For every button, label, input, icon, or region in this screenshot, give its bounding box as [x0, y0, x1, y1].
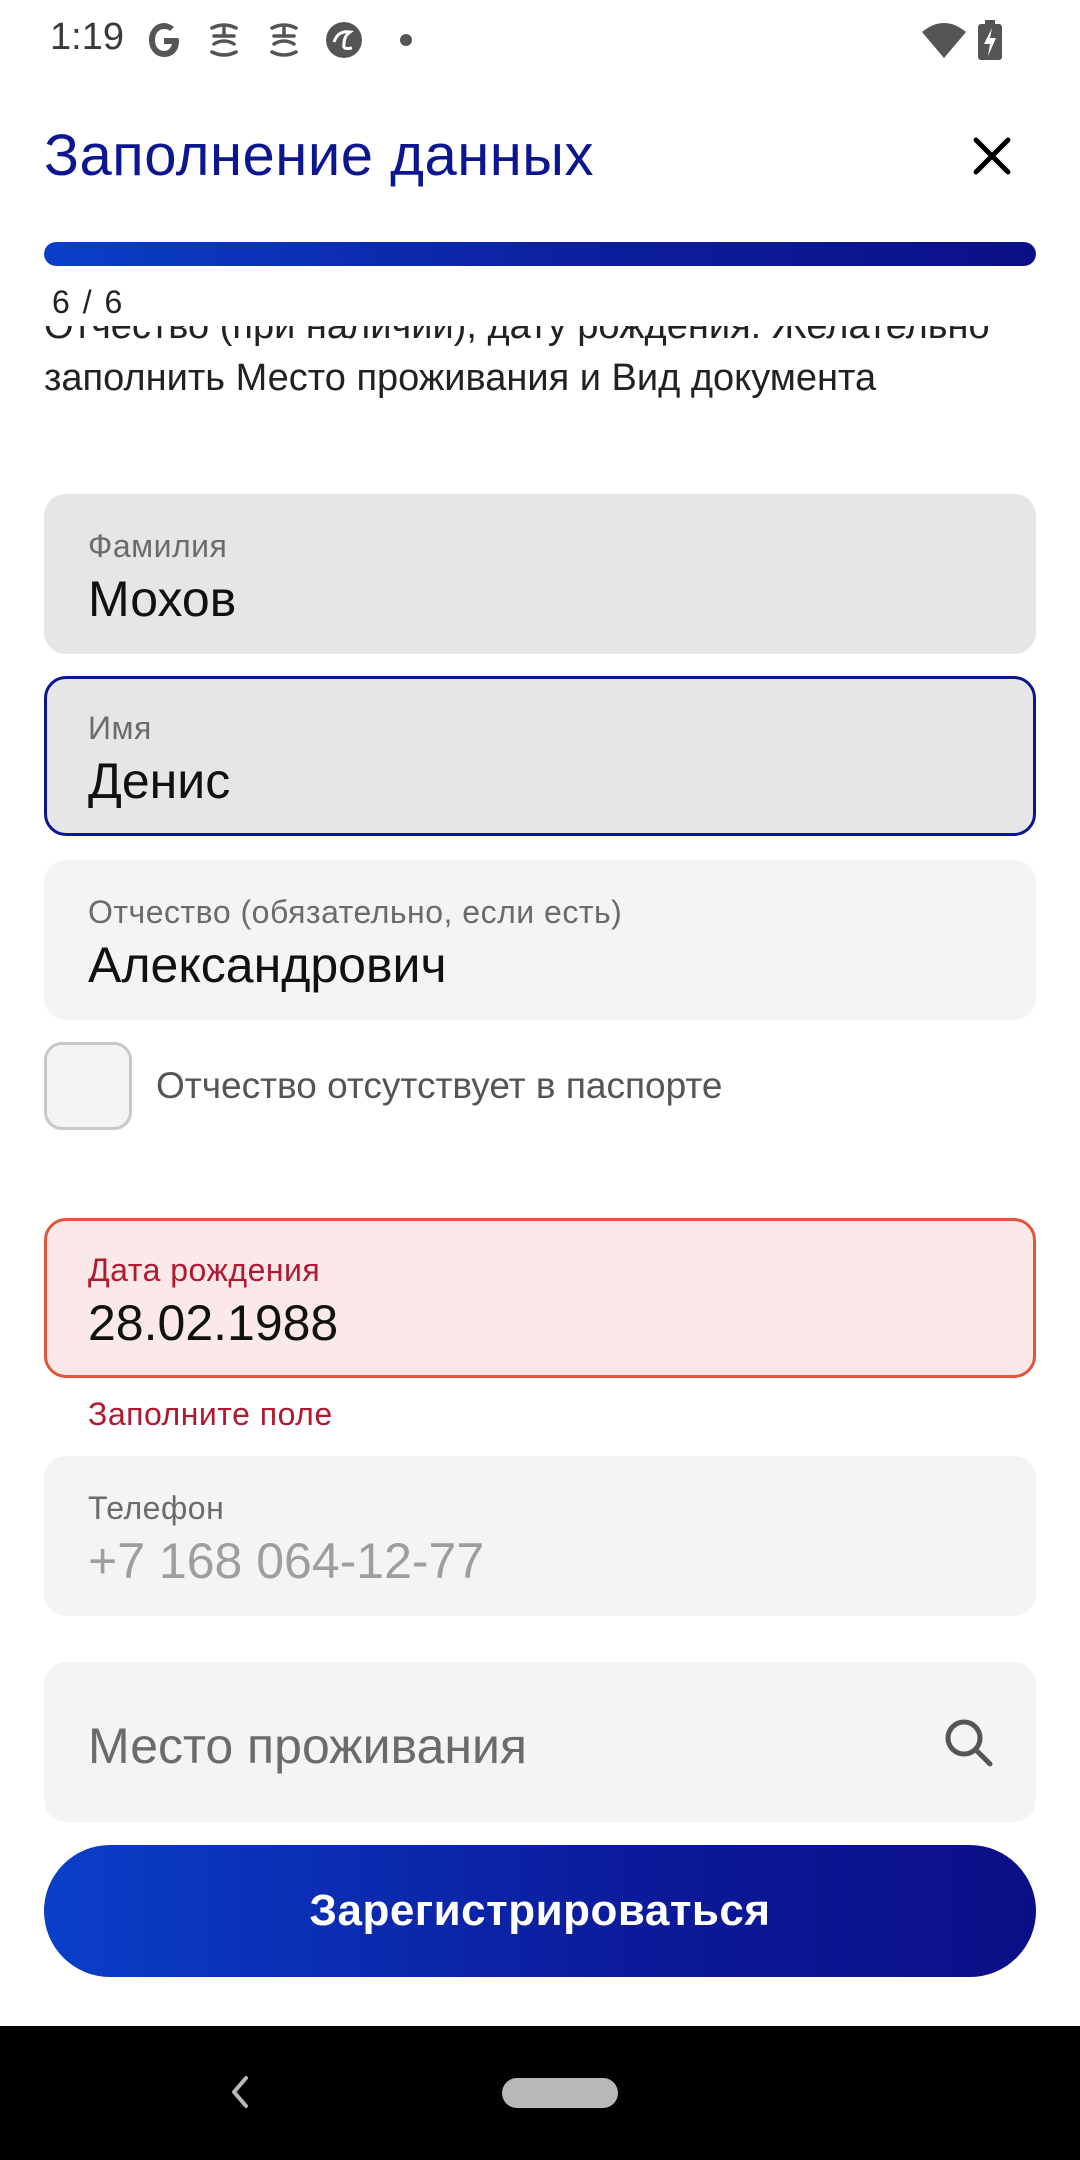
- status-time: 1:19: [50, 16, 124, 58]
- form-scroll-area[interactable]: Отчество (при наличии), дату рождения. Ж…: [0, 326, 1080, 2026]
- page-title: Заполнение данных: [44, 123, 594, 188]
- status-bar: 1:19: [0, 0, 1080, 80]
- last-name-label: Фамилия: [88, 528, 228, 564]
- close-button[interactable]: [960, 124, 1024, 188]
- no-patronymic-checkbox[interactable]: [44, 1042, 132, 1130]
- search-icon[interactable]: [940, 1714, 996, 1770]
- phone-field[interactable]: Телефон +7 168 064-12-77: [44, 1456, 1036, 1616]
- first-name-field[interactable]: Имя Денис: [44, 676, 1036, 836]
- birth-date-field[interactable]: Дата рождения 28.02.1988: [44, 1218, 1036, 1378]
- wifi-icon: [922, 23, 966, 58]
- address-search-field[interactable]: Место проживания: [44, 1662, 1036, 1822]
- birth-date-value[interactable]: 28.02.1988: [88, 1294, 338, 1352]
- first-name-value[interactable]: Денис: [88, 752, 230, 810]
- close-icon: [973, 137, 1011, 175]
- google-icon: [149, 23, 179, 57]
- system-nav-bar: [0, 2026, 1080, 2160]
- back-icon[interactable]: [222, 2070, 258, 2114]
- progress-counter: 6 / 6: [52, 284, 125, 320]
- birth-date-error: Заполните поле: [88, 1396, 333, 1432]
- last-name-field[interactable]: Фамилия Мохов: [44, 494, 1036, 654]
- patronymic-value[interactable]: Александрович: [88, 936, 447, 994]
- app-icon: [210, 23, 238, 57]
- phone-label: Телефон: [88, 1490, 225, 1526]
- patronymic-label: Отчество (обязательно, если есть): [88, 894, 623, 930]
- register-button[interactable]: Зарегистрироваться: [44, 1845, 1036, 1977]
- register-button-label: Зарегистрироваться: [309, 1886, 771, 1935]
- first-name-label: Имя: [88, 710, 152, 746]
- form-hint-text: Отчество (при наличии), дату рождения. Ж…: [44, 326, 990, 399]
- address-placeholder: Место проживания: [88, 1718, 527, 1774]
- progress-bar: [44, 242, 1036, 266]
- app-icon: [270, 23, 298, 57]
- battery-charging-icon: [978, 20, 1002, 60]
- home-pill[interactable]: [502, 2078, 618, 2108]
- last-name-value[interactable]: Мохов: [88, 570, 236, 628]
- dot-icon: [400, 34, 412, 46]
- no-patronymic-label[interactable]: Отчество отсутствует в паспорте: [156, 1065, 722, 1107]
- birth-date-label: Дата рождения: [88, 1252, 321, 1288]
- no-patronymic-checkbox-row[interactable]: Отчество отсутствует в паспорте: [44, 1042, 722, 1130]
- browser-icon: [326, 22, 362, 58]
- progress-fill: [44, 242, 1036, 266]
- patronymic-field[interactable]: Отчество (обязательно, если есть) Алекса…: [44, 860, 1036, 1020]
- phone-value[interactable]: +7 168 064-12-77: [88, 1532, 484, 1590]
